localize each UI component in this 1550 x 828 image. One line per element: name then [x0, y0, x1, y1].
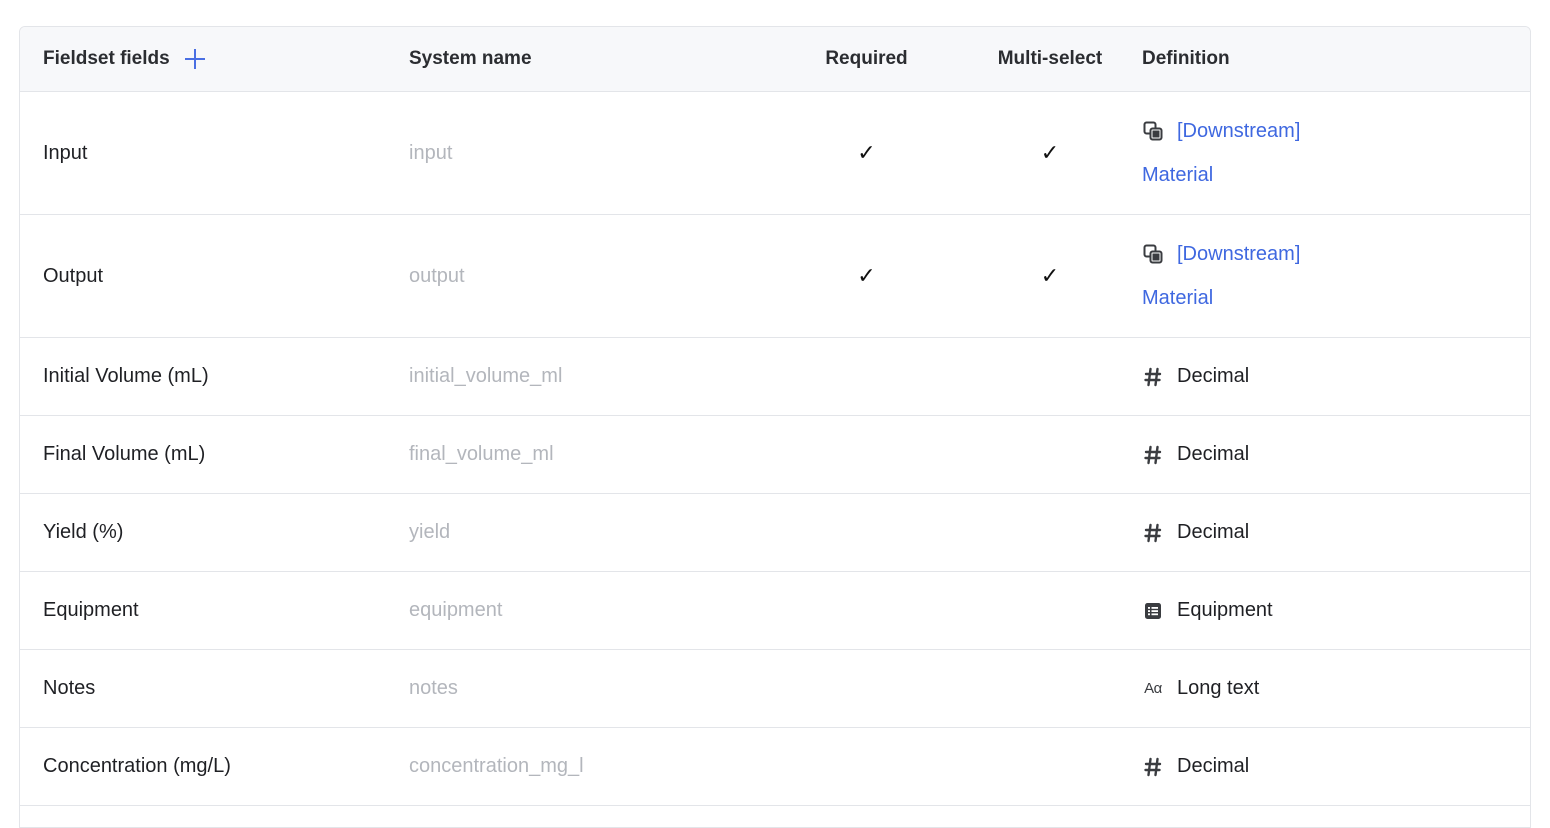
header-fieldset-fields-label: Fieldset fields [43, 48, 170, 69]
system-name: output [409, 264, 465, 287]
definition-link-text[interactable]: [Downstream] [1177, 232, 1300, 276]
table-row[interactable]: Output output ✓ ✓ [Downstream] Material [20, 215, 1530, 338]
system-name: initial_volume_ml [409, 365, 563, 387]
definition-type: Decimal [1177, 755, 1250, 777]
table-header: Fieldset fields System name Required Mul… [20, 27, 1530, 92]
definition-cell: Equipment [1142, 572, 1273, 649]
definition-type: Decimal [1177, 365, 1250, 387]
table-row[interactable]: Concentration (mg/L) concentration_mg_l De… [20, 728, 1530, 806]
header-multi-select: Multi-select [997, 48, 1103, 69]
definition-link-text[interactable]: Material [1142, 276, 1300, 320]
system-name: input [409, 141, 453, 164]
system-name: concentration_mg_l [409, 755, 584, 777]
field-name: Equipment [43, 599, 139, 621]
definition-cell: Decimal [1142, 338, 1249, 415]
field-name: Input [43, 141, 88, 164]
multi-select-check-icon [968, 416, 1132, 493]
hash-icon [1142, 444, 1164, 466]
definition-cell: Decimal [1142, 416, 1249, 493]
required-check-icon [765, 728, 968, 805]
required-check-icon [765, 416, 968, 493]
definition-link-text[interactable]: [Downstream] [1177, 109, 1300, 153]
linked-entity-icon [1142, 120, 1164, 142]
required-check-icon [765, 572, 968, 649]
add-field-button[interactable] [184, 48, 206, 70]
header-required: Required [825, 48, 908, 69]
definition-type: Long text [1177, 677, 1260, 699]
definition-cell: Aα Long text [1142, 650, 1259, 727]
definition-type: Equipment [1177, 599, 1273, 621]
definition-cell: Decimal [1142, 494, 1249, 571]
table-row[interactable]: Yield (%) yield Decimal [20, 494, 1530, 572]
table-row[interactable]: Notes notes Aα Long text [20, 650, 1530, 728]
text-icon: Aα [1144, 680, 1162, 697]
multi-select-check-icon [968, 728, 1132, 805]
multi-select-check-icon [968, 494, 1132, 571]
multi-select-check-icon [968, 572, 1132, 649]
header-fieldset-fields: Fieldset fields [43, 27, 206, 91]
definition-cell: Decimal [1142, 728, 1249, 805]
required-check-icon [765, 650, 968, 727]
field-name: Output [43, 264, 104, 287]
list-icon [1142, 600, 1164, 622]
table-row[interactable]: Initial Volume (mL) initial_volume_ml Deci… [20, 338, 1530, 416]
multi-select-check-icon: ✓ [1040, 140, 1060, 165]
definition-link[interactable]: [Downstream] Material [1142, 109, 1300, 197]
header-definition: Definition [1142, 48, 1230, 69]
field-name: Final Volume (mL) [43, 443, 206, 465]
hash-icon [1142, 756, 1164, 778]
linked-entity-icon [1142, 243, 1164, 265]
definition-link-text[interactable]: Material [1142, 153, 1300, 197]
multi-select-check-icon: ✓ [1040, 263, 1060, 288]
required-check-icon [765, 494, 968, 571]
table-row[interactable]: Final Volume (mL) final_volume_ml Decimal [20, 416, 1530, 494]
fieldset-table: Fieldset fields System name Required Mul… [19, 26, 1531, 828]
system-name: equipment [409, 599, 503, 621]
system-name: yield [409, 521, 451, 543]
table-body: Input input ✓ ✓ [Downstream] Material Output ou… [20, 92, 1530, 806]
required-check-icon [765, 338, 968, 415]
hash-icon [1142, 522, 1164, 544]
definition-cell: [Downstream] Material [1142, 92, 1300, 214]
field-name: Yield (%) [43, 521, 124, 543]
hash-icon [1142, 366, 1164, 388]
definition-cell: [Downstream] Material [1142, 215, 1300, 337]
definition-type: Decimal [1177, 443, 1250, 465]
table-row[interactable]: Equipment equipment Equipment [20, 572, 1530, 650]
required-check-icon: ✓ [857, 263, 876, 288]
system-name: final_volume_ml [409, 443, 554, 465]
table-row[interactable]: Input input ✓ ✓ [Downstream] Material [20, 92, 1530, 215]
multi-select-check-icon [968, 338, 1132, 415]
field-name: Initial Volume (mL) [43, 365, 209, 387]
field-name: Concentration (mg/L) [43, 755, 231, 777]
field-name: Notes [43, 677, 96, 699]
header-system-name: System name [409, 48, 532, 69]
multi-select-check-icon [968, 650, 1132, 727]
required-check-icon: ✓ [857, 140, 876, 165]
system-name: notes [409, 677, 458, 699]
definition-link[interactable]: [Downstream] Material [1142, 232, 1300, 320]
definition-type: Decimal [1177, 521, 1250, 543]
